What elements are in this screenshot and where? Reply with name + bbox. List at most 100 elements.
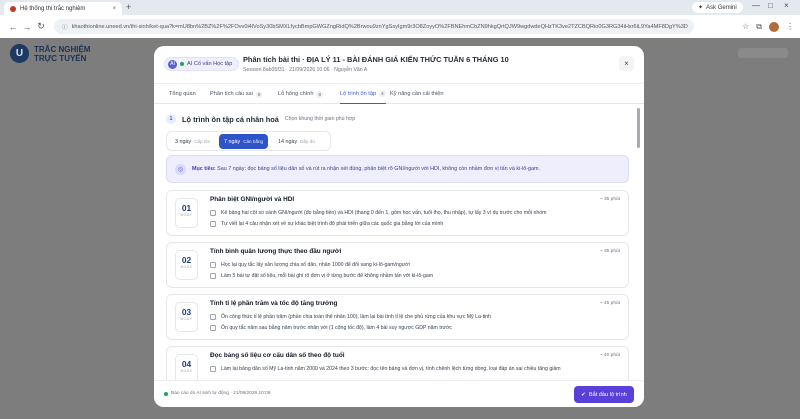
task-checkbox[interactable]	[210, 221, 216, 227]
duration-sub: Cấp tốc	[194, 139, 211, 144]
duration-3-days[interactable]: 3 ngày Cấp tốc	[170, 134, 215, 149]
ask-gemini-button[interactable]: ✦ Ask Gemini	[692, 2, 743, 13]
browser-chrome: Hệ thống thi trắc nghiệm × + ✦ Ask Gemin…	[0, 0, 800, 38]
task-checkbox[interactable]	[210, 262, 216, 268]
tab-count-badge: 4	[379, 90, 386, 97]
tab-skills[interactable]: Kỹ năng cần cải thiện	[390, 84, 444, 104]
task-item[interactable]: Ôn công thức tỉ lệ phần trăm (phần chia …	[210, 314, 491, 320]
day-duration: ~ 40 phút	[599, 353, 620, 358]
goal-text: Mục tiêu: Sau 7 ngày: đọc bảng số liệu d…	[192, 166, 540, 172]
logo-text: TRẮC NGHIỆM TRỰC TUYẾN	[34, 45, 90, 63]
tab-label: Phân tích câu sai	[210, 91, 253, 97]
site-info-icon[interactable]: ⓘ	[62, 23, 68, 31]
logo-mark-icon: U	[10, 44, 29, 63]
section-title: Lộ trình ôn tập cá nhân hoá	[182, 114, 279, 124]
target-icon: ◎	[175, 163, 186, 175]
tab-key-gaps[interactable]: Lỗ hổng chính 8	[278, 84, 324, 104]
forward-icon[interactable]: →	[20, 22, 34, 32]
day-title: Đọc bảng số liệu cơ cấu dân số theo độ t…	[210, 352, 345, 359]
tab-label: Lộ trình ôn tập	[340, 90, 377, 97]
scrollbar-thumb[interactable]	[637, 108, 640, 148]
task-text: Tự viết lại 4 câu nhận xét về sự khác bi…	[221, 221, 444, 227]
task-checkbox[interactable]	[210, 325, 216, 331]
browser-tab[interactable]: Hệ thống thi trắc nghiệm ×	[4, 2, 122, 15]
day-title: Tính bình quân lương thực theo đầu người	[210, 248, 342, 255]
site-logo[interactable]: U TRẮC NGHIỆM TRỰC TUYẾN	[10, 44, 90, 63]
duration-selector: 3 ngày Cấp tốc 7 ngày Cân bằng 14 ngày Đ…	[166, 131, 331, 151]
task-checkbox[interactable]	[210, 314, 216, 320]
goal-label: Mục tiêu:	[192, 166, 216, 172]
tab-close-icon[interactable]: ×	[112, 6, 116, 12]
duration-sub: Đầy đủ	[300, 139, 315, 144]
modal-title: Phân tích bài thi · ĐỊA LÝ 11 - BÀI ĐÁNH…	[243, 55, 509, 64]
task-checkbox[interactable]	[210, 273, 216, 279]
online-dot-icon	[180, 62, 184, 66]
duration-7-days[interactable]: 7 ngày Cân bằng	[219, 134, 269, 149]
day-duration: ~ 45 phút	[599, 301, 620, 306]
duration-label: 7 ngày	[224, 138, 241, 145]
task-item[interactable]: Kẻ bảng hai cột so sánh GNI/người (đo bằ…	[210, 210, 546, 216]
day-title: Tính tỉ lệ phần trăm và tốc độ tăng trưở…	[210, 300, 338, 307]
task-item[interactable]: Học lại quy tắc lấy sản lượng chia số dâ…	[210, 262, 410, 268]
window-close-icon[interactable]: ×	[784, 1, 789, 10]
minimize-icon[interactable]: —	[752, 1, 760, 10]
day-card: 01 NGÀY Phân biệt GNI/người và HDI ~ 35 …	[166, 190, 629, 236]
modal-close-button[interactable]: ×	[619, 56, 634, 71]
favicon-icon	[10, 5, 16, 12]
menu-icon[interactable]: ⋮	[786, 22, 794, 31]
address-bar[interactable]: ⓘ khaothionline.uneed.vn/thi-sinh/ket-qu…	[54, 19, 694, 34]
task-checkbox[interactable]	[210, 210, 216, 216]
task-item[interactable]: Làm lại bảng dân số Mỹ La-tinh năm 2000 …	[210, 366, 561, 372]
day-number-box: 02 NGÀY	[175, 250, 198, 280]
new-tab-button[interactable]: +	[126, 2, 131, 13]
toolbar-right: ☆ ⧉ ⋮	[742, 21, 794, 32]
day-number: 01	[181, 203, 192, 213]
task-text: Học lại quy tắc lấy sản lượng chia số dâ…	[221, 262, 410, 268]
check-icon: ✔	[581, 391, 586, 398]
tab-overview[interactable]: Tổng quan	[169, 84, 196, 104]
tab-count-badge: 8	[255, 90, 263, 98]
day-number-box: 04 NGÀY	[175, 354, 198, 380]
goal-banner: ◎ Mục tiêu: Sau 7 ngày: đọc bảng số liệu…	[166, 155, 629, 183]
tab-label: Lỗ hổng chính	[278, 91, 314, 97]
star-icon[interactable]: ☆	[742, 22, 749, 31]
duration-label: 3 ngày	[175, 138, 192, 145]
task-checkbox[interactable]	[210, 366, 216, 372]
logo-line-2: TRỰC TUYẾN	[34, 53, 87, 63]
reload-icon[interactable]: ↻	[34, 21, 48, 32]
footer-status-text: Báo cáo do AI sinh tự động · 21/09/2026 …	[171, 391, 271, 396]
maximize-icon[interactable]: □	[768, 1, 773, 10]
day-title: Phân biệt GNI/người và HDI	[210, 196, 295, 203]
section-header: 1 Lộ trình ôn tập cá nhân hoá Chọn khung…	[166, 114, 355, 124]
extensions-icon[interactable]: ⧉	[756, 22, 762, 32]
day-number-box: 01 NGÀY	[175, 198, 198, 228]
start-path-button[interactable]: ✔ Bắt đầu lộ trình	[574, 386, 634, 403]
task-item[interactable]: Tự viết lại 4 câu nhận xét về sự khác bi…	[210, 221, 443, 227]
task-item[interactable]: Làm 5 bài tự đặt số liệu, mỗi bài ghi rõ…	[210, 273, 433, 279]
task-text: Ôn quy tắc năm sau bằng năm trước nhân v…	[221, 325, 452, 331]
day-card: 04 NGÀY Đọc bảng số liệu cơ cấu dân số t…	[166, 346, 629, 380]
back-icon[interactable]: ←	[6, 22, 20, 32]
ai-advisor-badge: AI AI Cố vấn Học tập	[164, 57, 240, 71]
url-text: khaothionline.uneed.vn/thi-sinh/ket-qua?…	[71, 23, 688, 30]
logo-line-1: TRẮC NGHIỆM	[34, 44, 91, 54]
task-text: Làm lại bảng dân số Mỹ La-tinh năm 2000 …	[221, 366, 561, 372]
day-card: 03 NGÀY Tính tỉ lệ phần trăm và tốc độ t…	[166, 294, 629, 340]
duration-14-days[interactable]: 14 ngày Đầy đủ	[273, 134, 320, 149]
day-label: NGÀY	[180, 213, 193, 217]
modal-subtitle: Session 8ab05f31 · 21/09/2026 10:06 · Ng…	[243, 67, 368, 73]
status-dot-icon	[164, 391, 168, 396]
tab-title: Hệ thống thi trắc nghiệm	[20, 5, 86, 12]
day-number: 02	[181, 255, 192, 265]
ai-icon: AI	[168, 59, 177, 69]
tab-study-path[interactable]: Lộ trình ôn tập 4	[340, 84, 386, 104]
day-duration: ~ 35 phút	[599, 197, 620, 202]
day-number-box: 03 NGÀY	[175, 302, 198, 332]
tab-strip: Hệ thống thi trắc nghiệm × + ✦ Ask Gemin…	[0, 0, 800, 15]
task-item[interactable]: Ôn quy tắc năm sau bằng năm trước nhân v…	[210, 325, 452, 331]
profile-avatar[interactable]	[769, 21, 779, 32]
modal-tabs: Tổng quan Phân tích câu sai 8 Lỗ hổng ch…	[154, 84, 644, 104]
tab-wrong-answers[interactable]: Phân tích câu sai 8	[210, 84, 263, 104]
gemini-label: Ask Gemini	[706, 4, 737, 11]
header-user-area	[738, 48, 788, 58]
